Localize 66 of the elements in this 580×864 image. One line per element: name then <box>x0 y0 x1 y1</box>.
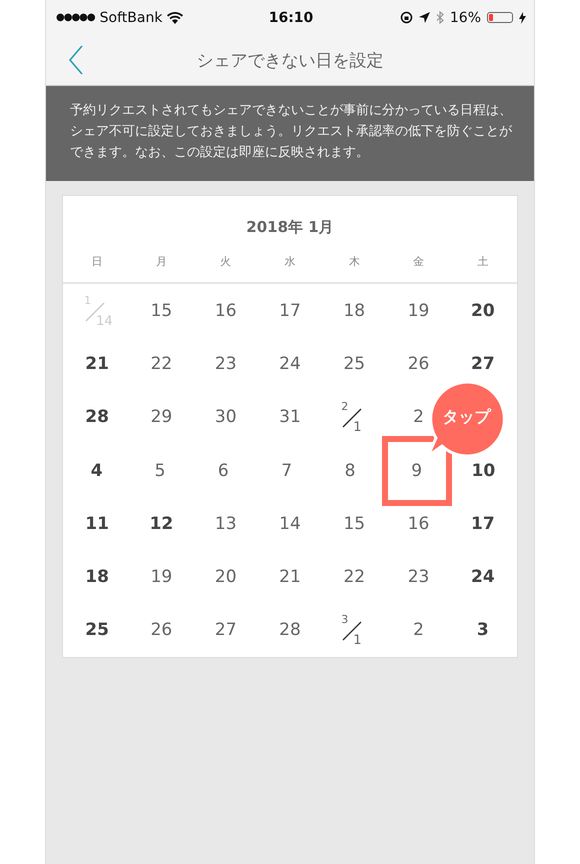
weekday-label: 火 <box>220 254 232 268</box>
day-cell[interactable]: 8 <box>344 460 356 481</box>
day-cell[interactable]: 10 <box>471 460 496 481</box>
day-cell[interactable]: 12 <box>150 514 174 534</box>
day-cell[interactable]: 24 <box>279 354 301 374</box>
weekday-label: 水 <box>284 254 296 268</box>
day-cell[interactable]: 2 <box>413 620 424 640</box>
month-title: 2018年 1月 <box>246 218 334 236</box>
day-cell[interactable]: 21 <box>279 567 301 588</box>
day-cell[interactable]: 15 <box>150 300 172 321</box>
day-cell[interactable]: 27 <box>471 354 495 374</box>
day-cell[interactable]: 16 <box>214 300 237 321</box>
weekday-label: 金 <box>413 254 424 268</box>
day-cell[interactable]: 3 <box>476 620 489 640</box>
day-cell[interactable]: 29 <box>150 407 172 428</box>
day-cell[interactable]: 28 <box>85 407 109 428</box>
wifi-icon <box>167 12 184 24</box>
clock-time: 16:10 <box>268 10 314 26</box>
day-cell[interactable]: 22 <box>343 567 366 588</box>
day-cell[interactable]: 28 <box>279 620 301 640</box>
notice-text: 予約リクエストされてもシェアできないことが事前に分かっている日程は、シェア不可に設定しておきましょう。リクエスト承認率の低下を防ぐことができます。なお、この設定は即座に反映されます。 <box>46 86 534 181</box>
weekday-label: 日 <box>92 254 103 268</box>
day-cell[interactable]: 17 <box>471 514 495 534</box>
day-cell[interactable]: 3 1 <box>339 615 370 646</box>
day-cell[interactable]: 2 1 <box>339 402 370 432</box>
day-cell[interactable]: 26 <box>150 620 172 640</box>
day-cell[interactable]: 23 <box>408 567 430 588</box>
day-cell[interactable]: 25 <box>343 354 366 374</box>
day-cell[interactable]: 31 <box>279 407 301 428</box>
rotation-lock-icon <box>400 11 413 24</box>
day-cell[interactable]: 19 <box>408 300 430 321</box>
day-cell[interactable]: 7 <box>281 460 292 481</box>
screen-title: シェアできない日を設定 <box>196 50 384 70</box>
day-cell[interactable]: 25 <box>85 620 109 640</box>
day-cell[interactable]: 23 <box>214 354 237 374</box>
day-cell[interactable]: 18 <box>85 567 109 588</box>
day-cell[interactable]: 11 <box>85 514 109 534</box>
day-cell[interactable]: 14 <box>279 514 301 534</box>
day-cell[interactable]: 4 <box>90 460 103 481</box>
day-cell[interactable]: 17 <box>279 300 301 321</box>
day-cell[interactable]: 16 <box>408 514 430 534</box>
day-cell[interactable]: 13 <box>214 514 237 534</box>
day-cell[interactable]: 20 <box>471 300 495 321</box>
day-cell[interactable]: 2 <box>413 407 424 428</box>
weekday-label: 木 <box>348 254 360 268</box>
day-cell[interactable]: 18 <box>343 300 366 321</box>
day-cell[interactable]: 30 <box>214 407 237 428</box>
day-cell[interactable]: 26 <box>408 354 430 374</box>
weekday-label: 土 <box>477 254 488 268</box>
day-cell[interactable]: 24 <box>471 567 495 588</box>
day-cell[interactable]: 22 <box>150 354 172 374</box>
day-cell[interactable]: 20 <box>214 567 237 588</box>
charging-icon <box>519 12 526 24</box>
bluetooth-icon <box>436 11 444 24</box>
day-cell[interactable]: 27 <box>214 620 237 640</box>
weekday-label: 月 <box>156 254 167 268</box>
day-cell[interactable]: 5 <box>154 460 166 481</box>
location-icon <box>418 12 430 23</box>
back-chevron-icon <box>68 45 84 75</box>
signal-icon: ●●●●● <box>56 12 95 23</box>
day-cell[interactable]: 21 <box>85 354 109 374</box>
battery-percent: 16% <box>450 10 482 26</box>
day-cell[interactable]: 15 <box>343 514 366 534</box>
day-cell[interactable]: 19 <box>150 567 172 588</box>
carrier-name: SoftBank <box>100 10 162 26</box>
day-cell[interactable]: 6 <box>218 460 229 481</box>
